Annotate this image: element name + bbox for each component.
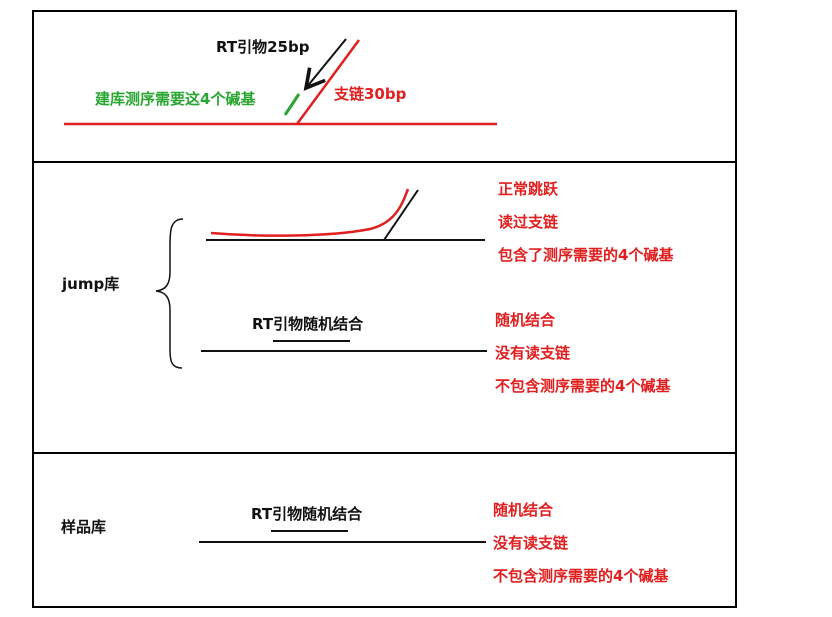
four-base-segment bbox=[283, 93, 301, 116]
jump-primer-label: RT引物随机结合 bbox=[252, 315, 364, 333]
jump-panel: jump库 正常跳跃 读过支链 包含了测序需要的4个碱基 RT引物随机结合 随机… bbox=[61, 180, 674, 395]
sample-primer-label: RT引物随机结合 bbox=[251, 505, 363, 523]
curly-brace bbox=[155, 218, 184, 369]
case1-line3: 包含了测序需要的4个碱基 bbox=[498, 246, 674, 264]
sample-panel: 样品库 RT引物随机结合 随机结合 没有读支链 不包含测序需要的4个碱基 bbox=[61, 501, 669, 585]
branch-label: 支链30bp bbox=[333, 85, 407, 103]
case1-line1: 正常跳跃 bbox=[498, 180, 559, 198]
primer-label: RT引物25bp bbox=[216, 38, 310, 56]
sample-library-label: 样品库 bbox=[61, 518, 106, 536]
sample-line2: 没有读支链 bbox=[493, 534, 569, 552]
case2-line3: 不包含测序需要的4个碱基 bbox=[495, 377, 671, 395]
sample-line3: 不包含测序需要的4个碱基 bbox=[493, 567, 669, 585]
diagram-canvas: RT引物25bp 建库测序需要这4个碱基 支链30bp jump库 正常跳跃 读… bbox=[32, 10, 737, 608]
case2-line1: 随机结合 bbox=[495, 311, 556, 329]
jump-branch-strand bbox=[383, 189, 419, 241]
jump-library-label: jump库 bbox=[61, 275, 119, 293]
sample-line1: 随机结合 bbox=[493, 501, 554, 519]
top-panel: RT引物25bp 建库测序需要这4个碱基 支链30bp bbox=[64, 38, 497, 126]
case1-line2: 读过支链 bbox=[498, 213, 559, 231]
primer-arrow bbox=[303, 38, 347, 91]
read-through-curve bbox=[210, 188, 410, 237]
case2-line2: 没有读支链 bbox=[495, 344, 571, 362]
build-label: 建库测序需要这4个碱基 bbox=[95, 90, 256, 108]
